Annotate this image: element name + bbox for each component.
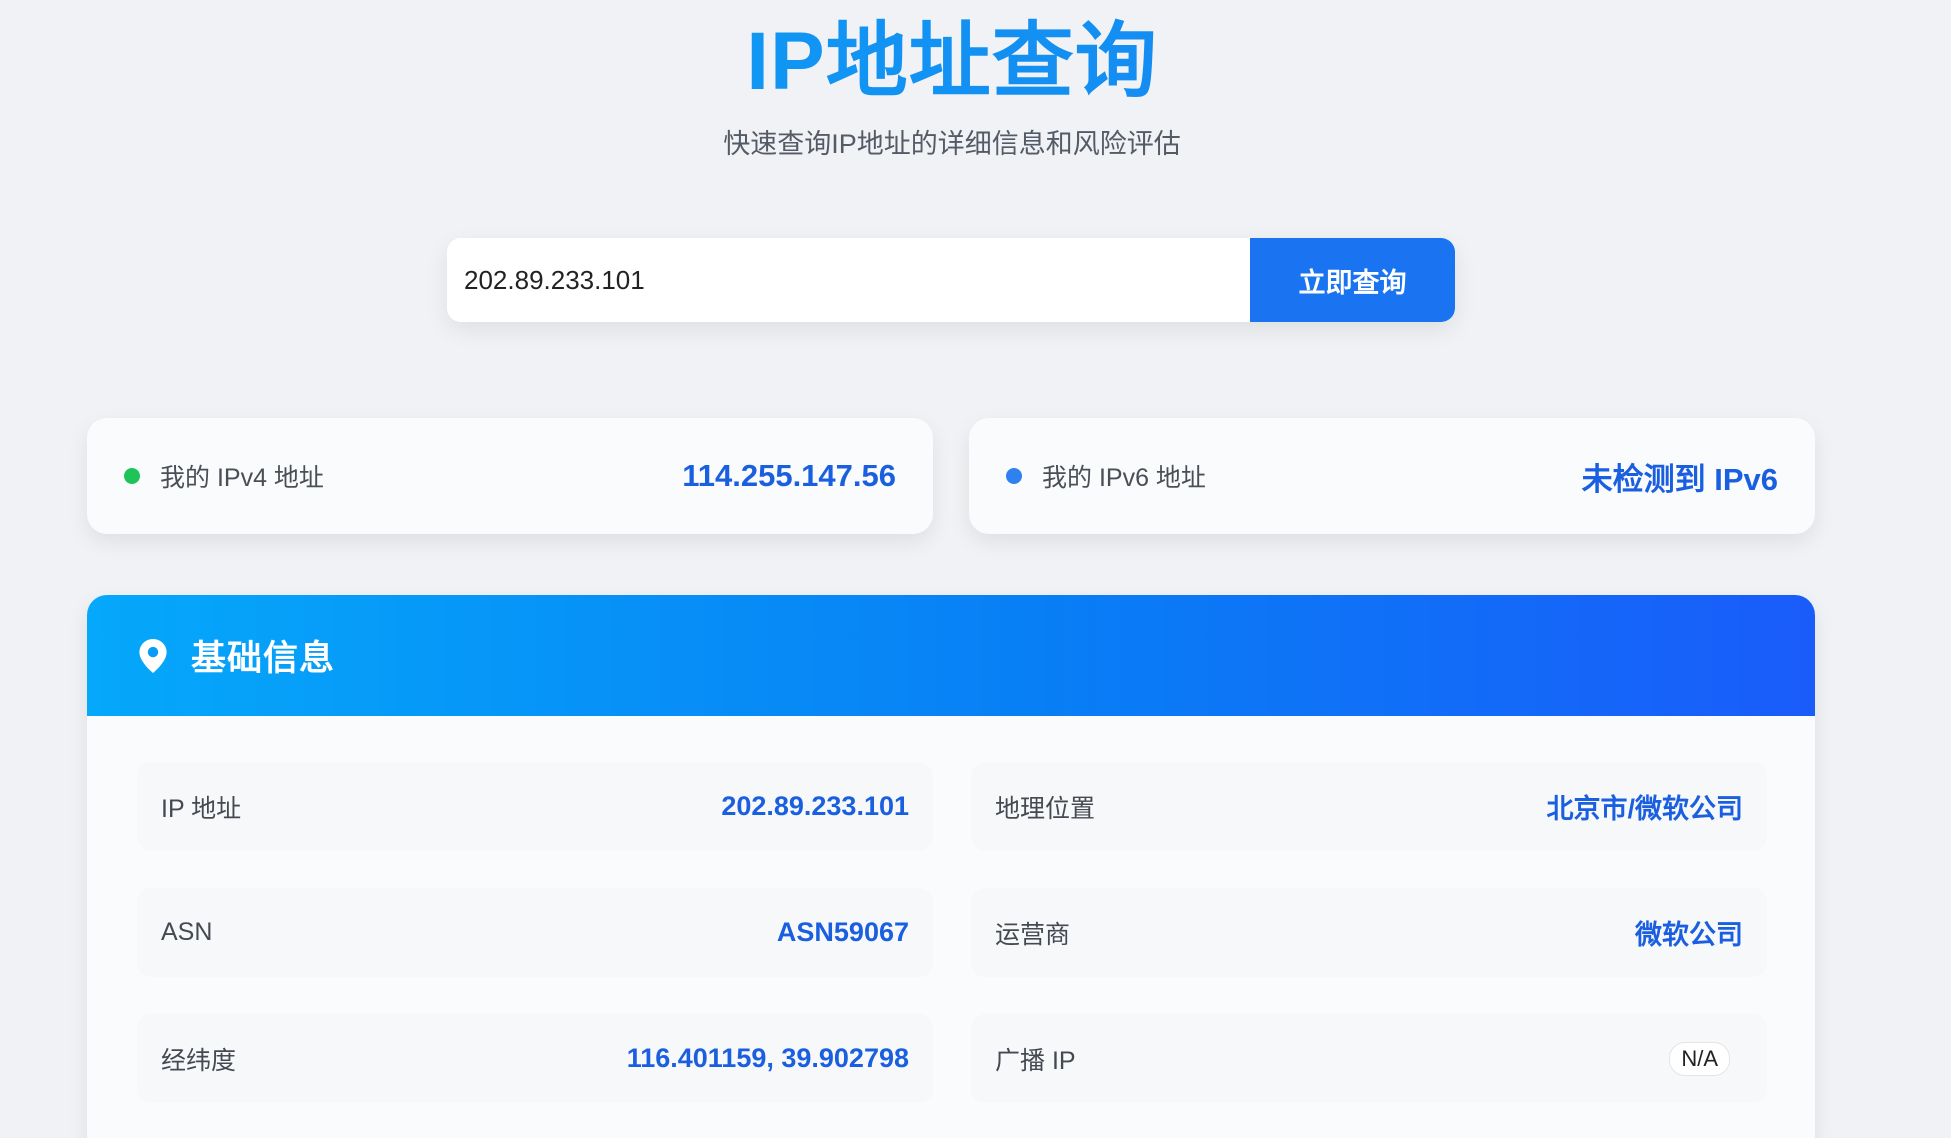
info-row-broadcast-ip: 广播 IP N/A xyxy=(971,1014,1767,1103)
basic-info-title: 基础信息 xyxy=(191,639,336,678)
ipv6-label: 我的 IPv6 地址 xyxy=(1042,464,1206,492)
page: IP地址查询 快速查询IP地址的详细信息和风险评估 立即查询 我的 IPv4 地… xyxy=(0,0,1951,1138)
info-row-coordinates: 经纬度 116.401159, 39.902798 xyxy=(137,1014,933,1103)
info-value: 202.89.233.101 xyxy=(721,791,909,821)
info-row-asn: ASN ASN59067 xyxy=(137,888,933,977)
info-key: 地理位置 xyxy=(995,794,1096,823)
ip-search-input[interactable] xyxy=(447,238,1250,322)
ipv4-label: 我的 IPv4 地址 xyxy=(160,464,324,492)
my-ipv4-card: 我的 IPv4 地址 114.255.147.56 xyxy=(87,418,933,534)
na-badge: N/A xyxy=(1669,1041,1730,1076)
ipv4-value: 114.255.147.56 xyxy=(682,458,896,493)
info-row-location: 地理位置 北京市/微软公司 xyxy=(971,762,1767,851)
location-pin-icon xyxy=(139,638,167,673)
info-value: 微软公司 xyxy=(1635,920,1743,950)
ipv6-value: 未检测到 IPv6 xyxy=(1581,461,1778,497)
basic-info-grid: IP 地址 202.89.233.101 地理位置 北京市/微软公司 ASN A… xyxy=(137,762,1769,1103)
info-key: 广播 IP xyxy=(995,1046,1076,1075)
info-value: 北京市/微软公司 xyxy=(1546,794,1743,824)
page-subtitle: 快速查询IP地址的详细信息和风险评估 xyxy=(723,129,1181,159)
basic-info-header: 基础信息 xyxy=(87,595,1815,716)
ipv4-status-dot xyxy=(124,468,140,484)
info-value: 116.401159, 39.902798 xyxy=(626,1043,909,1073)
info-row-isp: 运营商 微软公司 xyxy=(971,888,1767,977)
query-button[interactable]: 立即查询 xyxy=(1250,238,1455,322)
info-key: ASN xyxy=(161,918,213,946)
page-title: IP地址查询 xyxy=(0,12,1904,112)
info-key: 经纬度 xyxy=(161,1046,237,1075)
info-key: 运营商 xyxy=(995,920,1071,949)
my-ipv6-card: 我的 IPv6 地址 未检测到 IPv6 xyxy=(969,418,1815,534)
ipv6-status-dot xyxy=(1006,468,1022,484)
search-bar: 立即查询 xyxy=(447,238,1455,322)
info-value: ASN59067 xyxy=(776,917,909,947)
info-row-ip: IP 地址 202.89.233.101 xyxy=(137,762,933,851)
basic-info-panel: 基础信息 IP 地址 202.89.233.101 地理位置 北京市/微软公司 … xyxy=(87,595,1815,1138)
info-key: IP 地址 xyxy=(161,794,242,823)
